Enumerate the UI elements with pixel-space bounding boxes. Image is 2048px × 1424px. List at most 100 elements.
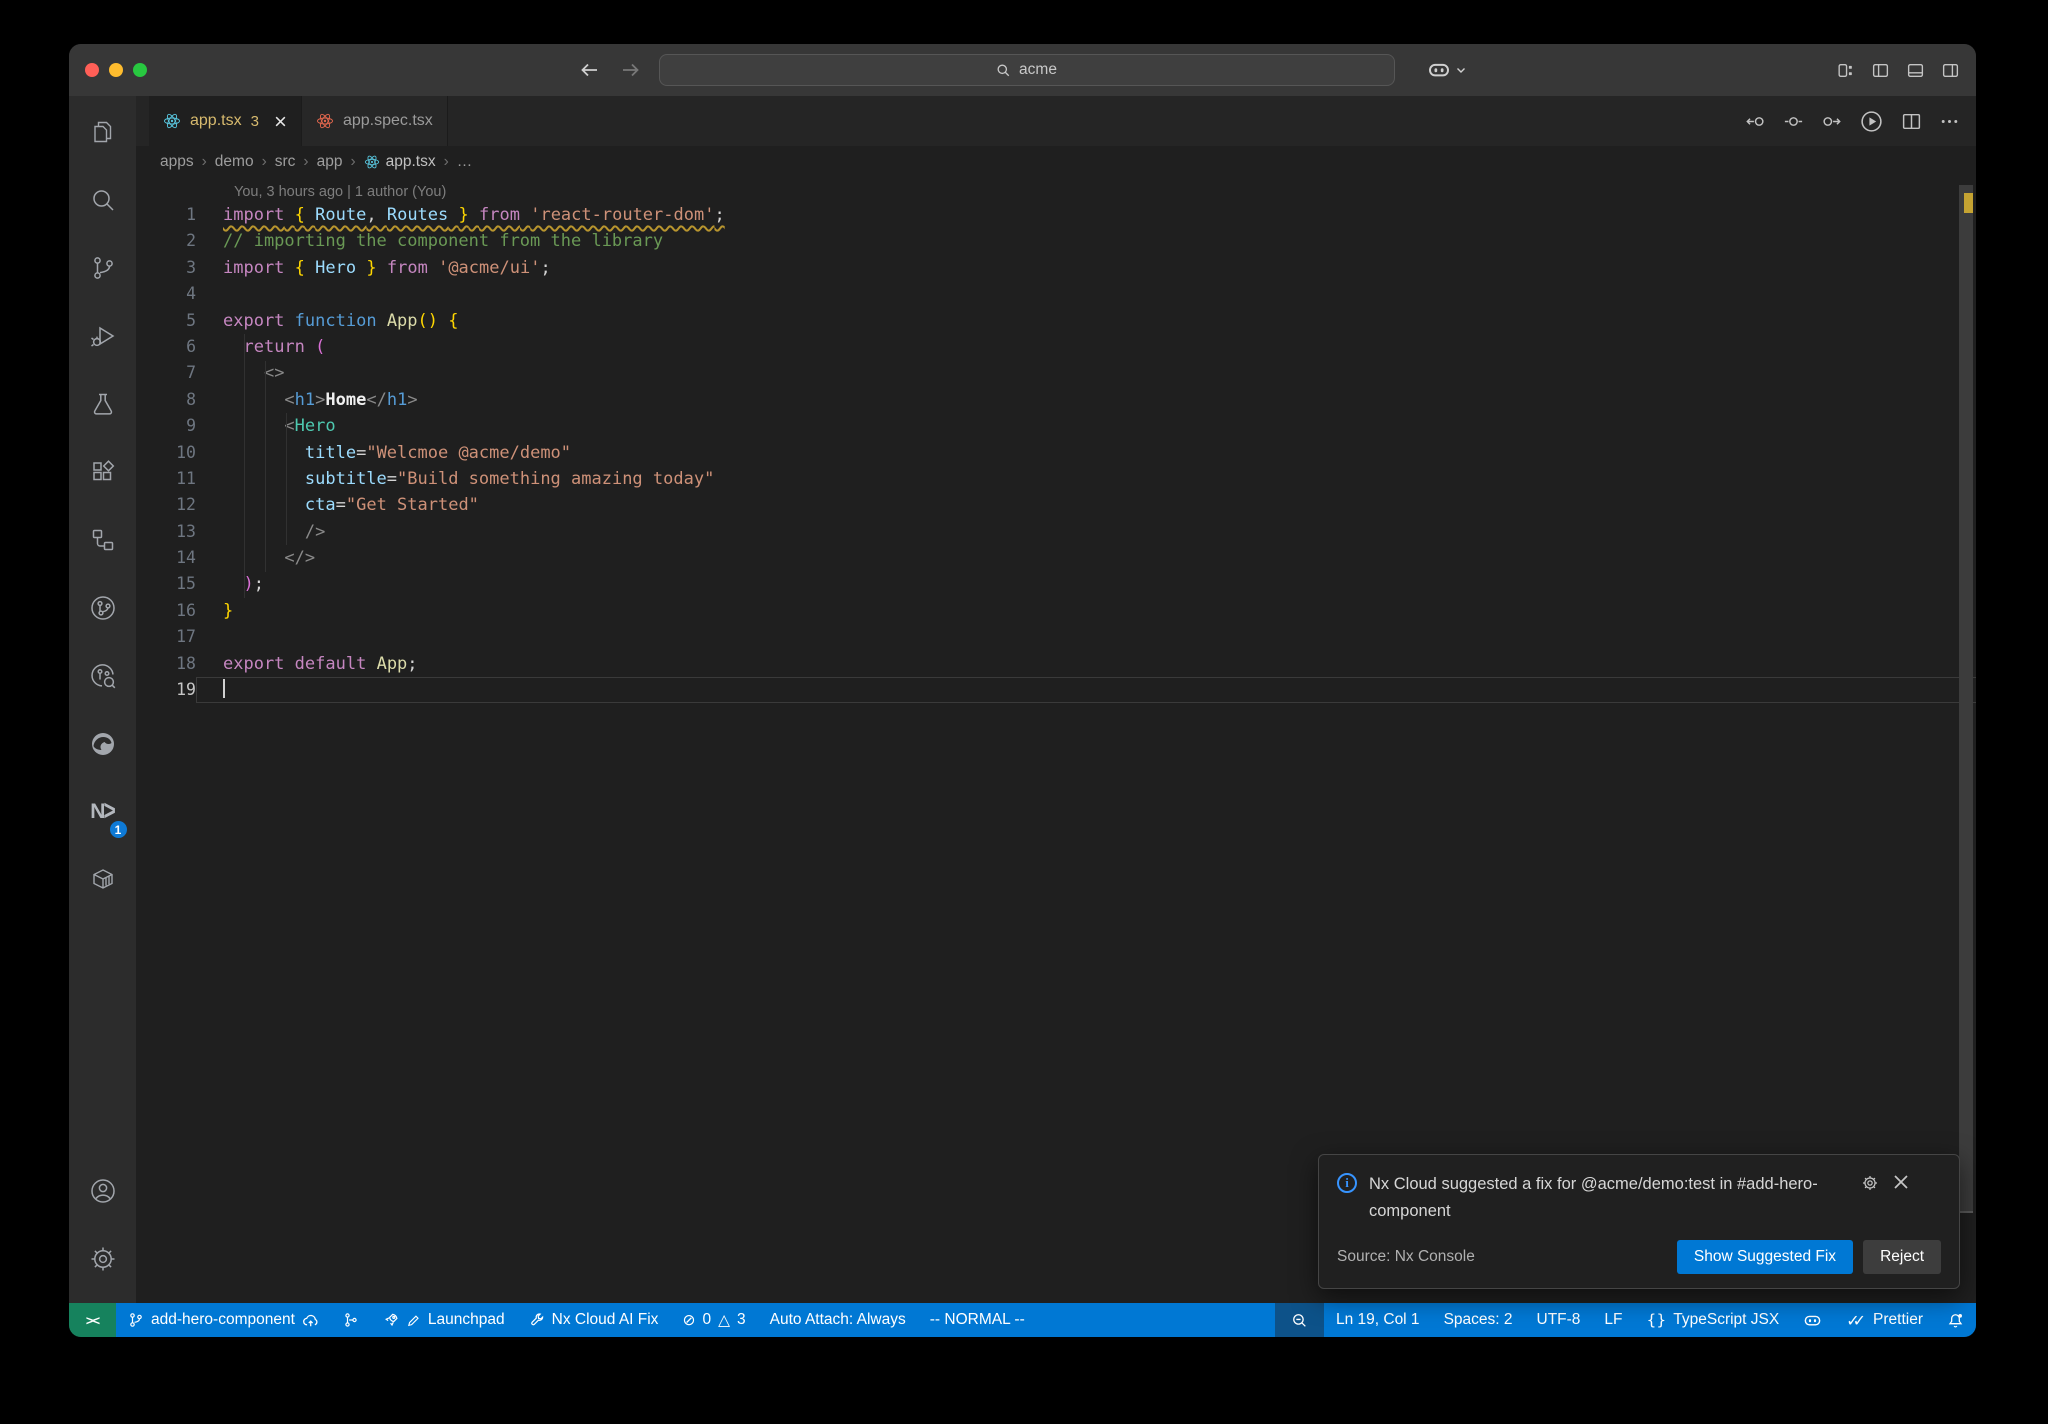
vim-mode-status-item[interactable]: -- NORMAL -- (918, 1303, 1037, 1337)
line-number[interactable]: 2 (136, 228, 196, 254)
code-line[interactable]: 4 (136, 281, 1976, 307)
encoding-status-item[interactable]: UTF-8 (1525, 1303, 1593, 1337)
line-number[interactable]: 16 (136, 598, 196, 624)
code-line[interactable]: 17 (136, 624, 1976, 650)
code-line[interactable]: 9 <Hero (136, 413, 1976, 439)
minimize-window-button[interactable] (109, 63, 123, 77)
toggle-sidebar-icon[interactable] (1871, 61, 1890, 80)
line-number[interactable]: 12 (136, 492, 196, 518)
copilot-menu-button[interactable] (1427, 58, 1467, 82)
breadcrumb-item[interactable]: demo (215, 153, 254, 171)
line-number[interactable]: 6 (136, 334, 196, 360)
scrollbar[interactable] (1956, 177, 1976, 1303)
line-number[interactable]: 13 (136, 519, 196, 545)
code-line[interactable]: 10 title="Welcmoe @acme/demo" (136, 440, 1976, 466)
line-number[interactable]: 8 (136, 387, 196, 413)
copilot-status-item[interactable] (1791, 1303, 1834, 1337)
toggle-secondary-sidebar-icon[interactable] (1941, 61, 1960, 80)
back-icon[interactable] (579, 59, 601, 81)
code-line[interactable]: 16} (136, 598, 1976, 624)
customize-layout-icon[interactable] (1836, 61, 1855, 80)
line-number[interactable]: 11 (136, 466, 196, 492)
notifications-status-item[interactable] (1935, 1303, 1976, 1337)
code-line[interactable]: 14 </> (136, 545, 1976, 571)
close-window-button[interactable] (85, 63, 99, 77)
cursor-position-status-item[interactable]: Ln 19, Col 1 (1324, 1303, 1432, 1337)
nx-console-icon[interactable]: N > 1 (79, 788, 129, 840)
breadcrumb-overflow[interactable]: … (457, 153, 473, 171)
nx-cloud-fix-status-item[interactable]: Nx Cloud AI Fix (517, 1303, 671, 1337)
more-actions-icon[interactable] (1939, 111, 1960, 132)
reject-button[interactable]: Reject (1863, 1240, 1941, 1274)
settings-gear-icon[interactable] (79, 1235, 127, 1283)
launchpad-status-item[interactable]: Launchpad (371, 1303, 517, 1337)
containers-icon[interactable] (79, 856, 127, 904)
run-circle-icon[interactable] (1859, 109, 1884, 134)
branch-status-item[interactable]: add-hero-component (116, 1303, 331, 1337)
line-number[interactable]: 19 (136, 677, 196, 703)
accounts-icon[interactable] (79, 1167, 127, 1215)
breadcrumb-item[interactable]: app (317, 153, 343, 171)
remote-indicator[interactable]: >< (69, 1303, 116, 1337)
breadcrumb-item[interactable]: apps (160, 153, 194, 171)
line-number[interactable]: 3 (136, 255, 196, 281)
project-graph-icon[interactable] (79, 516, 127, 564)
next-change-icon[interactable] (1821, 111, 1842, 132)
split-editor-icon[interactable] (1901, 111, 1922, 132)
line-number[interactable]: 7 (136, 360, 196, 386)
line-number[interactable]: 17 (136, 624, 196, 650)
code-line[interactable]: 18 export default App; (136, 651, 1976, 677)
breadcrumb-item[interactable]: src (275, 153, 296, 171)
line-number[interactable]: 4 (136, 281, 196, 307)
run-debug-icon[interactable] (79, 312, 127, 360)
code-line[interactable]: 6 return ( (136, 334, 1976, 360)
graph-status-item[interactable] (331, 1303, 371, 1337)
source-control-icon[interactable] (79, 244, 127, 292)
editor-pane[interactable]: You, 3 hours ago | 1 author (You) 1 impor… (136, 177, 1976, 1303)
prettier-status-item[interactable]: ✓✓ Prettier (1834, 1303, 1935, 1337)
explorer-icon[interactable] (79, 108, 127, 156)
zoom-status-item[interactable] (1274, 1303, 1324, 1337)
language-status-item[interactable]: {} TypeScript JSX (1635, 1303, 1792, 1337)
line-number[interactable]: 15 (136, 571, 196, 597)
forward-icon[interactable] (619, 59, 641, 81)
indentation-status-item[interactable]: Spaces: 2 (1432, 1303, 1525, 1337)
code-line[interactable]: 7 <> (136, 360, 1976, 386)
line-number[interactable]: 14 (136, 545, 196, 571)
scrollbar-thumb[interactable] (1959, 185, 1973, 1213)
code-line[interactable]: 3 import { Hero } from '@acme/ui'; (136, 255, 1976, 281)
toggle-panel-icon[interactable] (1906, 61, 1925, 80)
code-line[interactable]: 19 (136, 677, 1976, 703)
line-number[interactable]: 5 (136, 308, 196, 334)
gitlens-search-icon[interactable] (79, 652, 127, 700)
tab-app-spec-tsx[interactable]: app.spec.tsx (301, 96, 448, 146)
line-number[interactable]: 10 (136, 440, 196, 466)
edge-icon[interactable] (79, 720, 127, 768)
code-line[interactable]: 13 /> (136, 519, 1976, 545)
prev-change-icon[interactable] (1745, 111, 1766, 132)
code-line[interactable]: 1 import { Route, Routes } from 'react-ro… (136, 202, 1976, 228)
auto-attach-status-item[interactable]: Auto Attach: Always (758, 1303, 918, 1337)
tab-app-tsx[interactable]: app.tsx 3 (149, 96, 302, 146)
code-line[interactable]: 8 <h1>Home</h1> (136, 387, 1976, 413)
line-number[interactable]: 18 (136, 651, 196, 677)
commit-graph-icon[interactable] (79, 584, 127, 632)
command-center-search[interactable]: acme (658, 54, 1395, 86)
eol-status-item[interactable]: LF (1592, 1303, 1634, 1337)
code-line[interactable]: 2 // importing the component from the lib… (136, 228, 1976, 254)
problems-status-item[interactable]: ⊘ 0 △ 3 (670, 1303, 757, 1337)
show-suggested-fix-button[interactable]: Show Suggested Fix (1676, 1240, 1854, 1274)
zoom-window-button[interactable] (133, 63, 147, 77)
breadcrumb-file[interactable]: app.tsx (364, 153, 436, 171)
testing-icon[interactable] (79, 380, 127, 428)
code-line[interactable]: 11 subtitle="Build something amazing tod… (136, 466, 1976, 492)
line-number[interactable]: 1 (136, 202, 196, 228)
code-line[interactable]: 15 ); (136, 571, 1976, 597)
line-number[interactable]: 9 (136, 413, 196, 439)
code-line[interactable]: 5 export function App() { (136, 308, 1976, 334)
code-line[interactable]: 12 cta="Get Started" (136, 492, 1976, 518)
notification-settings-gear-icon[interactable] (1861, 1174, 1879, 1192)
changes-icon[interactable] (1783, 111, 1804, 132)
search-icon[interactable] (79, 176, 127, 224)
extensions-icon[interactable] (79, 448, 127, 496)
